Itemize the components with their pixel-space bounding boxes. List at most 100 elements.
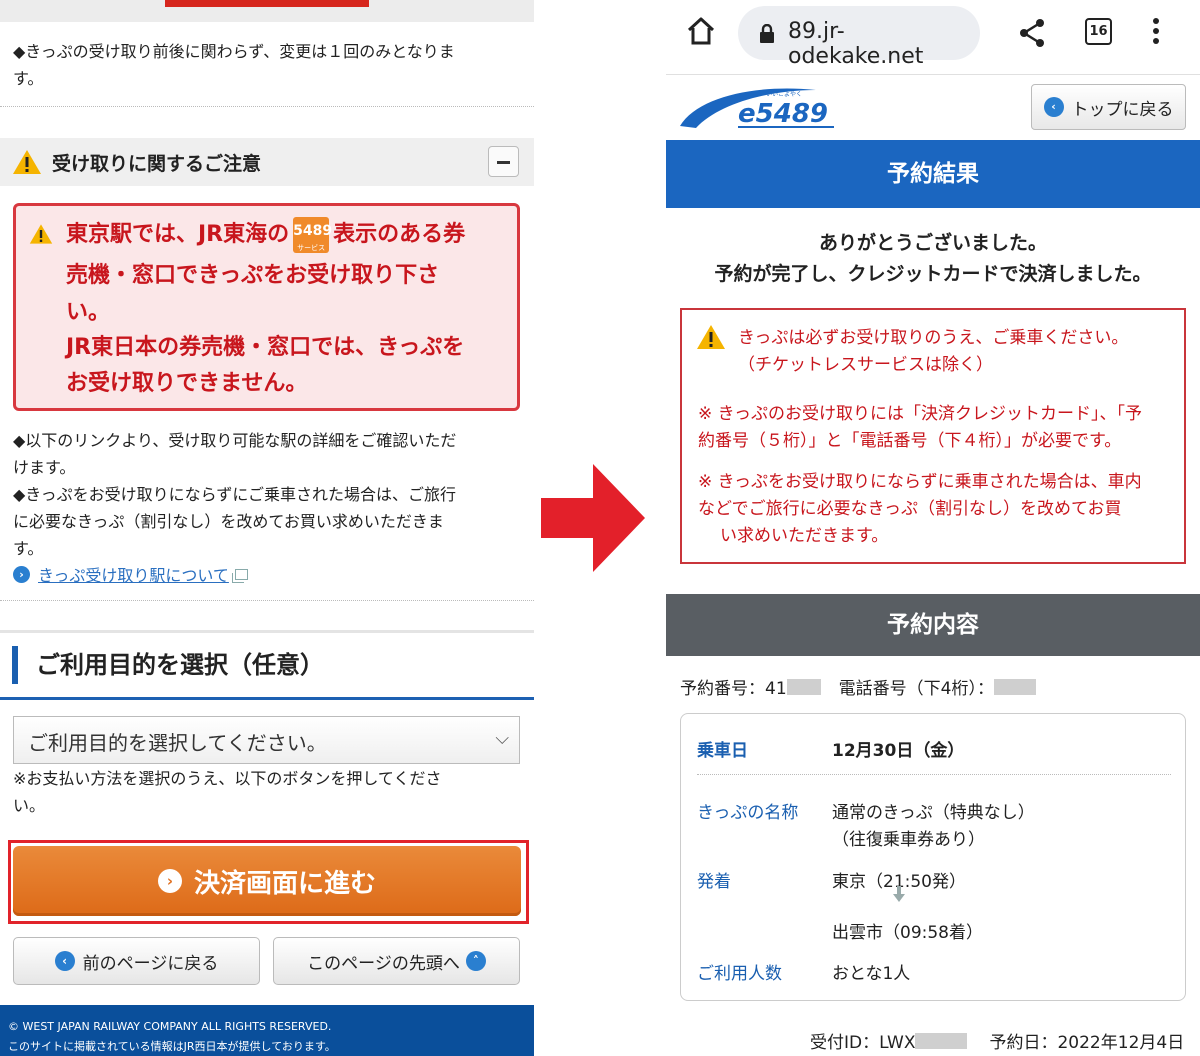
- reservation-date: 予約日：2022年12月4日: [989, 1033, 1185, 1053]
- address-bar[interactable]: 89.jr-odekake.net: [738, 6, 980, 69]
- logo-5489-text: 5489: [293, 223, 333, 239]
- purpose-heading: ご利用目的を選択（任意）: [12, 646, 324, 684]
- warning-icon: [697, 325, 725, 349]
- divider: [0, 106, 534, 107]
- chevron-down-icon: ⌵: [495, 728, 509, 749]
- right-arrow-icon: [541, 464, 645, 572]
- note-1-line-1: ※ きっぷのお受け取りには「決済クレジットカード」、「予: [698, 404, 1142, 424]
- page-top-label: このページの先頭へ: [307, 953, 460, 974]
- ticket-name-label: きっぷの名称: [697, 803, 799, 823]
- route-label: 発着: [697, 872, 731, 892]
- chevron-left-icon: ‹: [54, 951, 75, 971]
- warning-line-2: 売機・窓口できっぷをお受け取り下さ: [66, 263, 440, 288]
- receipt-line: 受付ID：LWX 予約日：2022年12月4日: [810, 1028, 1184, 1053]
- copyright: © WEST JAPAN RAILWAY COMPANY ALL RIGHTS …: [8, 1020, 332, 1033]
- pickup-warning-box: きっぷは必ずお受け取りのうえ、ご乗車ください。 （チケットレスサービスは除く） …: [680, 308, 1186, 564]
- back-page-button[interactable]: ‹ 前のページに戻る: [13, 937, 260, 985]
- left-screen: ◆きっぷの受け取り前後に関わらず、変更は１回のみとなりま す。 受け取りに関する…: [0, 0, 534, 1056]
- divider: [697, 774, 1171, 775]
- chevron-right-icon: ›: [13, 565, 30, 583]
- warning-line-3: い。: [66, 300, 111, 325]
- purpose-select-value: ご利用目的を選択してください。: [28, 731, 327, 755]
- date-label: 乗車日: [697, 741, 748, 761]
- info-line-1: ◆以下のリンクより、受け取り可能な駅の詳細をご確認いただ: [13, 431, 457, 450]
- chevron-right-icon: ›: [157, 869, 182, 893]
- reservation-detail-card: 乗車日 12月30日（金） きっぷの名称 通常のきっぷ（特典なし） （往復乗車券…: [680, 713, 1186, 1001]
- divider: [0, 600, 534, 601]
- notice-header[interactable]: 受け取りに関するご注意: [0, 138, 534, 186]
- receipt-id-label: 受付ID：LWX: [810, 1033, 916, 1053]
- e5489-logo[interactable]: e5489 いいごよやく: [678, 82, 838, 132]
- warning-line-5: お受け取りできません。: [66, 371, 308, 396]
- svg-text:e5489: e5489: [738, 99, 828, 129]
- proceed-to-payment-label: 決済画面に進む: [193, 868, 376, 899]
- phone-label: 電話番号（下4桁）：: [838, 679, 994, 699]
- proceed-to-payment-button[interactable]: › 決済画面に進む: [13, 846, 521, 916]
- warning-icon: [13, 150, 41, 174]
- info-line-5: す。: [13, 539, 44, 558]
- station-link-row[interactable]: › きっぷ受け取り駅について: [13, 562, 248, 586]
- ticket-name-sub: （往復乗車券あり）: [832, 830, 985, 850]
- route-to: 出雲市（09:58着）: [832, 923, 983, 943]
- footer-note: このサイトに掲載されている情報はJR西日本が提供しております。: [8, 1040, 336, 1053]
- warning-icon: [29, 224, 53, 244]
- warning-box: 東京駅では、JR東海の 5489 サービス 表示のある券 売機・窓口できっぷをお受け取…: [13, 203, 520, 411]
- payment-note-cont: い。: [13, 796, 46, 815]
- result-title: 予約結果: [666, 140, 1200, 208]
- warning-text-b: 表示のある券: [333, 222, 466, 247]
- note-2-line-2: などでご旅行に必要なきっぷ（割引なし）を改めてお買: [698, 499, 1122, 519]
- pickup-warning-line-1: きっぷは必ずお受け取りのうえ、ご乗車ください。: [738, 328, 1129, 348]
- section-separator: [0, 630, 534, 633]
- ticket-name-value: 通常のきっぷ（特典なし）: [832, 803, 1035, 823]
- top-red-button-edge[interactable]: [165, 0, 369, 7]
- payment-note: ※お支払い方法を選択のうえ、以下のボタンを押してくださ: [13, 769, 442, 788]
- thanks-line-2: 予約が完了し、クレジットカードで決済しました。: [714, 263, 1152, 285]
- note-2-line-1: ※ きっぷをお受け取りにならずに乗車された場合は、車内: [698, 472, 1142, 492]
- footer: © WEST JAPAN RAILWAY COMPANY ALL RIGHTS …: [0, 1005, 534, 1056]
- purpose-select[interactable]: ご利用目的を選択してください。 ⌵: [13, 716, 520, 764]
- url-text: 89.jr-odekake.net: [788, 19, 924, 69]
- browser-toolbar: 89.jr-odekake.net 16: [666, 0, 1200, 75]
- station-link[interactable]: きっぷ受け取り駅について: [38, 562, 229, 586]
- tab-count-icon[interactable]: 16: [1085, 18, 1112, 45]
- info-line-3: ◆きっぷをお受け取りにならずにご乗車された場合は、ご旅行: [13, 485, 457, 504]
- collapse-minus-button[interactable]: [488, 146, 519, 177]
- notice-title: 受け取りに関するご注意: [52, 153, 262, 175]
- note-1-line-2: 約番号（５桁）」と「電話番号（下４桁）」が必要です。: [698, 431, 1122, 451]
- masked-value: [915, 1032, 968, 1049]
- heading-underline: [0, 697, 534, 700]
- warning-line-4: JR東日本の券売機・窓口では、きっぷを: [66, 335, 465, 360]
- passengers-value: おとな1人: [832, 964, 911, 984]
- contents-title: 予約内容: [666, 594, 1200, 656]
- masked-value: [993, 678, 1036, 695]
- lock-icon: [760, 24, 774, 43]
- info-line-4: に必要なきっぷ（割引なし）を改めてお買い求めいただきま: [13, 512, 444, 531]
- warning-text-a: 東京駅では、JR東海の: [66, 222, 290, 247]
- reference-line: 予約番号：41 電話番号（下4桁）：: [680, 674, 1036, 699]
- info-line-2: けます。: [13, 458, 76, 477]
- overflow-menu-icon[interactable]: [1153, 18, 1161, 48]
- back-to-top-label: トップに戻る: [1071, 99, 1174, 120]
- chevron-up-icon: ˄: [465, 951, 486, 971]
- back-page-label: 前のページに戻る: [82, 953, 219, 974]
- intro-text: ◆きっぷの受け取り前後に関わらず、変更は１回のみとなりま: [13, 42, 455, 61]
- share-icon[interactable]: [1018, 18, 1046, 48]
- intro-text-cont: す。: [13, 69, 44, 88]
- back-to-top-button[interactable]: ‹ トップに戻る: [1031, 84, 1186, 130]
- masked-value: [786, 678, 821, 695]
- date-value: 12月30日（金）: [832, 741, 965, 761]
- home-icon[interactable]: [686, 16, 716, 46]
- pickup-warning-line-2: （チケットレスサービスは除く）: [738, 355, 993, 375]
- thanks-line-1: ありがとうございました。: [818, 232, 1047, 254]
- svg-text:いいごよやく: いいごよやく: [766, 90, 802, 98]
- right-screen: 89.jr-odekake.net 16 e5489 いいごよやく ‹ トップに…: [666, 0, 1200, 1056]
- page-top-button[interactable]: このページの先頭へ ˄: [273, 937, 520, 985]
- route-arrow-head: [893, 894, 905, 902]
- service-5489-logo: 5489 サービス: [293, 217, 333, 253]
- warning-line-1: 東京駅では、JR東海の 5489 サービス 表示のある券: [66, 217, 465, 253]
- chevron-left-icon: ‹: [1043, 97, 1064, 117]
- logo-5489-sub: サービス: [297, 244, 326, 252]
- passengers-label: ご利用人数: [697, 964, 782, 984]
- reservation-number-label: 予約番号：41: [680, 679, 787, 699]
- external-window-icon: [231, 568, 248, 583]
